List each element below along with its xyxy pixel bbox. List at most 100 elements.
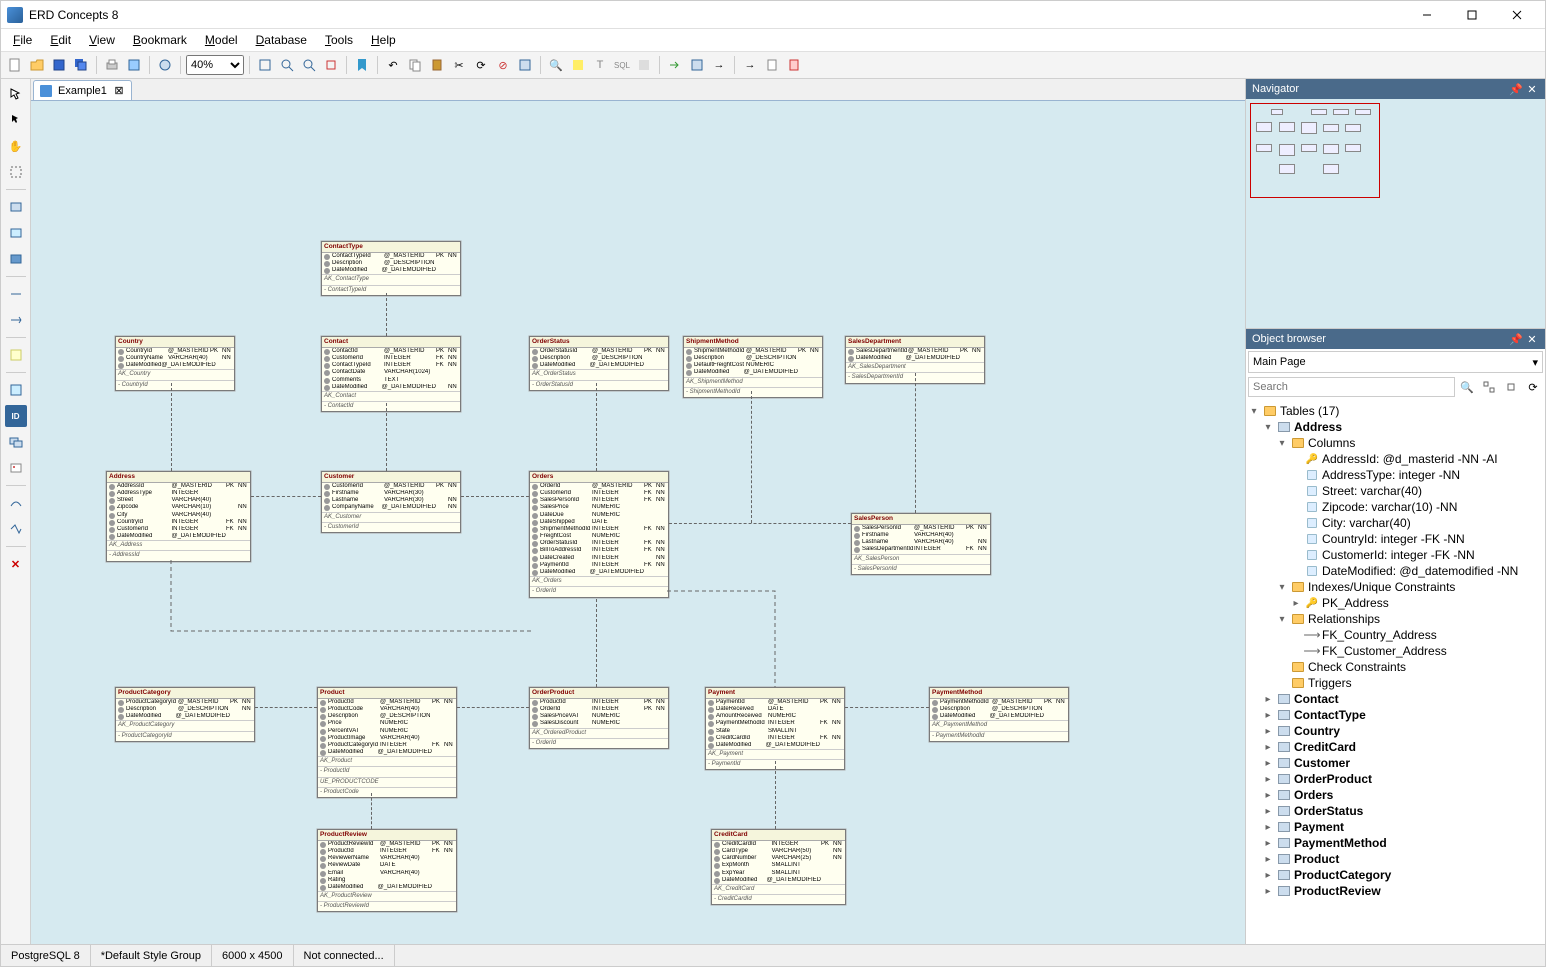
tree-table-contacttype[interactable]: ▸ContactType	[1248, 707, 1543, 723]
export-icon[interactable]	[687, 55, 707, 75]
bookmark-icon[interactable]	[352, 55, 372, 75]
pointer-icon[interactable]	[5, 83, 27, 105]
tree-column[interactable]: Zipcode: varchar(10) -NN	[1248, 499, 1543, 515]
paste-icon[interactable]	[427, 55, 447, 75]
tree-column[interactable]: AddressType: integer -NN	[1248, 467, 1543, 483]
erd-table-customer[interactable]: CustomerCustomerId@_MASTERIDPKNNFirstnam…	[321, 471, 461, 533]
saveall-icon[interactable]	[71, 55, 91, 75]
select-icon[interactable]	[5, 109, 27, 131]
layer-icon[interactable]	[5, 431, 27, 453]
tree-table-address[interactable]: ▾Address	[1248, 419, 1543, 435]
table-icon[interactable]	[515, 55, 535, 75]
erd-table-address[interactable]: AddressAddressId@_MASTERIDPKNNAddressTyp…	[106, 471, 251, 562]
save-icon[interactable]	[49, 55, 69, 75]
pin-icon[interactable]: 📌	[1509, 332, 1523, 346]
diagram-canvas[interactable]: ContactTypeContactTypeId@_MASTERIDPKNNDe…	[31, 101, 1245, 944]
erd-table-product[interactable]: ProductProductId@_MASTERIDPKNNProductCod…	[317, 687, 457, 798]
hand-icon[interactable]: ✋	[5, 135, 27, 157]
maximize-button[interactable]	[1449, 1, 1494, 29]
region-icon[interactable]	[5, 379, 27, 401]
relationship-line[interactable]	[845, 707, 929, 708]
find-icon[interactable]: 🔍	[546, 55, 566, 75]
erd-table-payment[interactable]: PaymentPaymentId@_MASTERIDPKNNDateReceiv…	[705, 687, 845, 770]
erd-table-country[interactable]: CountryCountryId@_MASTERIDPKNNCountryNam…	[115, 336, 235, 391]
tree-table-orders[interactable]: ▸Orders	[1248, 787, 1543, 803]
relationship-line[interactable]	[915, 373, 916, 513]
erd-table-productreview[interactable]: ProductReviewProductReviewId@_MASTERIDPK…	[317, 829, 457, 912]
menu-database[interactable]: Database	[248, 31, 315, 49]
tree-table-paymentmethod[interactable]: ▸PaymentMethod	[1248, 835, 1543, 851]
pin-icon[interactable]: 📌	[1509, 82, 1523, 96]
tree-column[interactable]: CustomerId: integer -FK -NN	[1248, 547, 1543, 563]
line-icon[interactable]	[5, 492, 27, 514]
cut-icon[interactable]: ✂	[449, 55, 469, 75]
erd-table-contacttype[interactable]: ContactTypeContactTypeId@_MASTERIDPKNNDe…	[321, 241, 461, 296]
generate-icon[interactable]: →	[709, 55, 729, 75]
object-tree[interactable]: ▾Tables (17)▾Address▾Columns🔑AddressId: …	[1246, 401, 1545, 944]
relationship-line[interactable]	[669, 523, 851, 524]
id-icon[interactable]: ID	[5, 405, 27, 427]
relationship-line[interactable]	[371, 793, 372, 829]
rel-one-icon[interactable]	[5, 283, 27, 305]
menu-help[interactable]: Help	[363, 31, 404, 49]
erd-table-shipmentmethod[interactable]: ShipmentMethodShipmentMethodId@_MASTERID…	[683, 336, 823, 398]
relationship-line[interactable]	[751, 391, 752, 523]
tree-relationship[interactable]: ⟶FK_Customer_Address	[1248, 643, 1543, 659]
erd-table-orders[interactable]: OrdersOrderId@_MASTERIDPKNNCustomerIdINT…	[529, 471, 669, 598]
relationship-line[interactable]	[596, 599, 597, 687]
undo-icon[interactable]: ↶	[383, 55, 403, 75]
tree-tables[interactable]: ▾Tables (17)	[1248, 403, 1543, 419]
deploy-icon[interactable]: →	[740, 55, 760, 75]
erd-table-contact[interactable]: ContactContactId@_MASTERIDPKNNCustomerId…	[321, 336, 461, 412]
domain-icon[interactable]	[5, 248, 27, 270]
connect-icon[interactable]	[155, 55, 175, 75]
minimize-button[interactable]	[1404, 1, 1449, 29]
menu-model[interactable]: Model	[197, 31, 246, 49]
zoom-select[interactable]: 40%	[186, 55, 244, 75]
relationship-line[interactable]	[386, 293, 387, 336]
menu-file[interactable]: File	[5, 31, 40, 49]
tab-close-icon[interactable]: ⊠	[113, 85, 125, 97]
menu-edit[interactable]: Edit	[42, 31, 79, 49]
erd-table-orderstatus[interactable]: OrderStatusOrderStatusId@_MASTERIDPKNNDe…	[529, 336, 669, 391]
tree-table-customer[interactable]: ▸Customer	[1248, 755, 1543, 771]
expand-all-icon[interactable]	[1479, 377, 1499, 397]
tree-relationships[interactable]: ▾Relationships	[1248, 611, 1543, 627]
search-icon[interactable]: 🔍	[1457, 377, 1477, 397]
menu-bookmark[interactable]: Bookmark	[125, 31, 195, 49]
validate-icon[interactable]: ⊘	[493, 55, 513, 75]
tree-table-payment[interactable]: ▸Payment	[1248, 819, 1543, 835]
entity-icon[interactable]	[5, 196, 27, 218]
tree-indexes[interactable]: ▾Indexes/Unique Constraints	[1248, 579, 1543, 595]
refresh-tree-icon[interactable]: ⟳	[1523, 377, 1543, 397]
preview-icon[interactable]	[124, 55, 144, 75]
relationship-line[interactable]	[386, 403, 387, 471]
relationship-line[interactable]	[255, 707, 317, 708]
tree-column[interactable]: DateModified: @d_datemodified -NN	[1248, 563, 1543, 579]
close-button[interactable]	[1494, 1, 1539, 29]
erd-table-orderproduct[interactable]: OrderProductProductIdINTEGERPKNNOrderIdI…	[529, 687, 669, 749]
tree-columns[interactable]: ▾Columns	[1248, 435, 1543, 451]
tree-table-contact[interactable]: ▸Contact	[1248, 691, 1543, 707]
tree-column[interactable]: Street: varchar(40)	[1248, 483, 1543, 499]
print-icon[interactable]	[102, 55, 122, 75]
tree-column[interactable]: City: varchar(40)	[1248, 515, 1543, 531]
tree-table-country[interactable]: ▸Country	[1248, 723, 1543, 739]
pdf-icon[interactable]	[784, 55, 804, 75]
marquee-icon[interactable]	[5, 161, 27, 183]
tree-index[interactable]: ▸🔑PK_Address	[1248, 595, 1543, 611]
erd-table-productcategory[interactable]: ProductCategoryProductCategoryId@_MASTER…	[115, 687, 255, 742]
note-icon[interactable]	[5, 344, 27, 366]
relationship-line[interactable]	[457, 707, 529, 708]
refresh-icon[interactable]: ⟳	[471, 55, 491, 75]
relationship-line[interactable]	[461, 496, 529, 497]
open-icon[interactable]	[27, 55, 47, 75]
rel-many-icon[interactable]	[5, 309, 27, 331]
tree-table-orderstatus[interactable]: ▸OrderStatus	[1248, 803, 1543, 819]
collapse-all-icon[interactable]	[1501, 377, 1521, 397]
delete-icon[interactable]: ✕	[5, 553, 27, 575]
tree-table-productreview[interactable]: ▸ProductReview	[1248, 883, 1543, 899]
relationship-line[interactable]	[596, 383, 597, 471]
zoomin-icon[interactable]	[277, 55, 297, 75]
tree-triggers[interactable]: Triggers	[1248, 675, 1543, 691]
